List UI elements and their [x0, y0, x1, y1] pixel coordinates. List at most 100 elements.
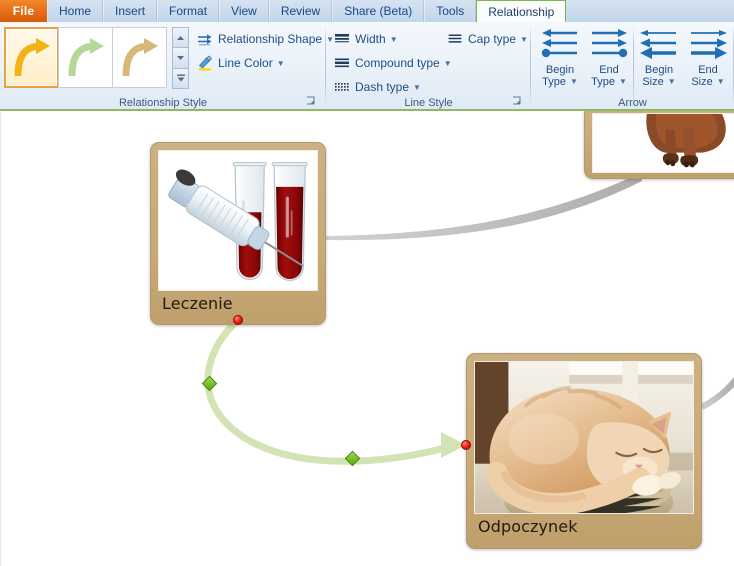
tab-bar-filler: [566, 0, 734, 22]
begin-size-chevron-down-icon: ▼: [667, 77, 676, 86]
begin-size-label-line2: Size: [642, 76, 664, 88]
end-type-chevron-down-icon: ▼: [618, 77, 627, 86]
begin-type-button[interactable]: Begin Type ▼: [537, 26, 583, 104]
line-color-label: Line Color: [218, 56, 273, 70]
end-type-button[interactable]: End Type ▼: [586, 26, 632, 104]
tab-view[interactable]: View: [219, 0, 269, 22]
cap-type-chevron-down-icon: ▼: [520, 34, 528, 44]
begin-type-label-line2: Type: [542, 76, 566, 88]
gallery-scroll-up-button[interactable]: [172, 27, 189, 49]
tab-format[interactable]: Format: [157, 0, 220, 22]
tab-home[interactable]: Home: [47, 0, 104, 22]
dash-type-chevron-down-icon: ▼: [413, 82, 421, 92]
begin-size-button[interactable]: Begin Size ▼: [636, 26, 682, 104]
compound-type-chevron-down-icon: ▼: [443, 58, 452, 68]
ribbon-group-relationship-style: Relationship Shape ▼ Line Color ▼ Relati…: [0, 22, 334, 110]
diagram-canvas[interactable]: Leczenie Odpoczynek: [0, 111, 734, 566]
node-image-odpoczynek: [474, 361, 694, 514]
begin-type-icon: [539, 26, 581, 62]
dash-type-button[interactable]: Dash type ▼: [333, 76, 421, 98]
application-window: File Home Insert Format View Review Shar…: [0, 0, 734, 566]
tab-view-label: View: [231, 4, 257, 18]
sleeping-ginger-cat-icon: [475, 362, 693, 513]
gallery-scrollbar[interactable]: [172, 27, 189, 89]
begin-type-chevron-down-icon: ▼: [569, 77, 578, 86]
node-image-dog-partial: [592, 113, 734, 173]
dash-type-icon: [333, 79, 351, 95]
tab-share-beta-label: Share (Beta): [344, 4, 413, 18]
gray-connector-leczenie-to-dog[interactable]: [326, 173, 642, 241]
end-type-icon: [588, 26, 630, 62]
end-size-label-line1: End: [698, 64, 718, 76]
gallery-more-icon: [176, 74, 185, 82]
relationship-style-gallery[interactable]: [4, 27, 167, 88]
compound-type-button[interactable]: Compound type ▼: [333, 52, 452, 74]
tab-review[interactable]: Review: [268, 0, 333, 22]
gallery-item-style-curved-tan[interactable]: [112, 27, 167, 88]
tab-format-label: Format: [169, 4, 208, 18]
relationship-start-handle[interactable]: [233, 315, 243, 325]
dialog-launcher-icon: [307, 96, 315, 105]
relationship-shape-icon: [196, 31, 214, 47]
line-color-button[interactable]: Line Color ▼: [196, 52, 285, 74]
curved-arrow-gold-icon: [14, 37, 50, 76]
relationship-shape-label: Relationship Shape: [218, 32, 323, 46]
line-style-dialog-launcher[interactable]: [511, 95, 523, 107]
group-title-arrow: Arrow: [618, 97, 647, 109]
gallery-item-style-curved-gold[interactable]: [4, 27, 59, 88]
end-size-icon: [687, 26, 729, 62]
gallery-item-style-curved-lightgreen[interactable]: [58, 27, 113, 88]
curved-arrow-lightgreen-icon: [68, 37, 104, 76]
tab-file[interactable]: File: [0, 0, 47, 22]
diagram-node-dog-partial[interactable]: [584, 111, 734, 179]
end-type-label-line1: End: [599, 64, 619, 76]
relationship-style-dialog-launcher[interactable]: [305, 95, 317, 107]
group-separator-arrow-inner: [633, 25, 634, 105]
end-size-label-line2: Size: [691, 76, 713, 88]
ribbon: Relationship Shape ▼ Line Color ▼ Relati…: [0, 22, 734, 110]
group-title-line-style: Line Style: [404, 97, 453, 109]
node-image-leczenie: [158, 150, 318, 291]
compound-type-label: Compound type: [355, 56, 440, 70]
group-title-relationship-style: Relationship Style: [118, 97, 208, 109]
relationship-line-leczenie-to-odpoczynek[interactable]: [204, 316, 459, 465]
dash-type-label: Dash type: [355, 80, 410, 94]
begin-type-label-line1: Begin: [545, 64, 575, 76]
tab-review-label: Review: [280, 4, 321, 18]
ribbon-group-arrow: Begin Type ▼ End Type ▼ Begin Size ▼ End…: [531, 22, 734, 110]
relationship-end-handle[interactable]: [461, 440, 471, 450]
cap-type-icon: [446, 31, 464, 47]
tab-home-label: Home: [59, 4, 92, 18]
line-color-chevron-down-icon: ▼: [276, 58, 285, 68]
cap-type-button[interactable]: Cap type ▼: [446, 28, 528, 50]
line-width-button[interactable]: Width ▼: [333, 28, 398, 50]
tab-relationship[interactable]: Relationship: [476, 0, 567, 22]
gallery-scroll-down-button[interactable]: [172, 47, 189, 69]
diagram-node-leczenie[interactable]: Leczenie: [150, 142, 326, 325]
tab-tools[interactable]: Tools: [424, 0, 477, 22]
end-size-button[interactable]: End Size ▼: [685, 26, 731, 104]
chevron-down-icon: [177, 55, 184, 60]
tab-tools-label: Tools: [436, 4, 465, 18]
relationship-shape-button[interactable]: Relationship Shape ▼: [196, 28, 334, 50]
begin-size-icon: [638, 26, 680, 62]
line-width-chevron-down-icon: ▼: [389, 34, 398, 44]
gallery-more-button[interactable]: [172, 67, 189, 89]
tab-relationship-label: Relationship: [488, 4, 555, 19]
node-caption-odpoczynek: Odpoczynek: [478, 517, 578, 536]
tab-insert-label: Insert: [115, 4, 146, 18]
ribbon-group-line-style: Width ▼ Compound type ▼ Dash type ▼ Cap …: [326, 22, 531, 110]
dialog-launcher-icon-2: [513, 96, 521, 105]
compound-type-icon: [333, 55, 351, 71]
node-caption-leczenie: Leczenie: [162, 294, 233, 313]
cap-type-label: Cap type: [468, 32, 517, 46]
tab-share-beta[interactable]: Share (Beta): [332, 0, 425, 22]
end-size-chevron-down-icon: ▼: [716, 77, 725, 86]
begin-size-label-line1: Begin: [644, 64, 674, 76]
gray-connector-odpoczynek-right[interactable]: [701, 377, 734, 410]
chevron-up-icon: [177, 35, 184, 40]
tab-insert[interactable]: Insert: [103, 0, 158, 22]
ribbon-tab-bar: File Home Insert Format View Review Shar…: [0, 0, 734, 22]
dog-legs-partial-icon: [593, 114, 734, 172]
diagram-node-odpoczynek[interactable]: Odpoczynek: [466, 353, 702, 549]
